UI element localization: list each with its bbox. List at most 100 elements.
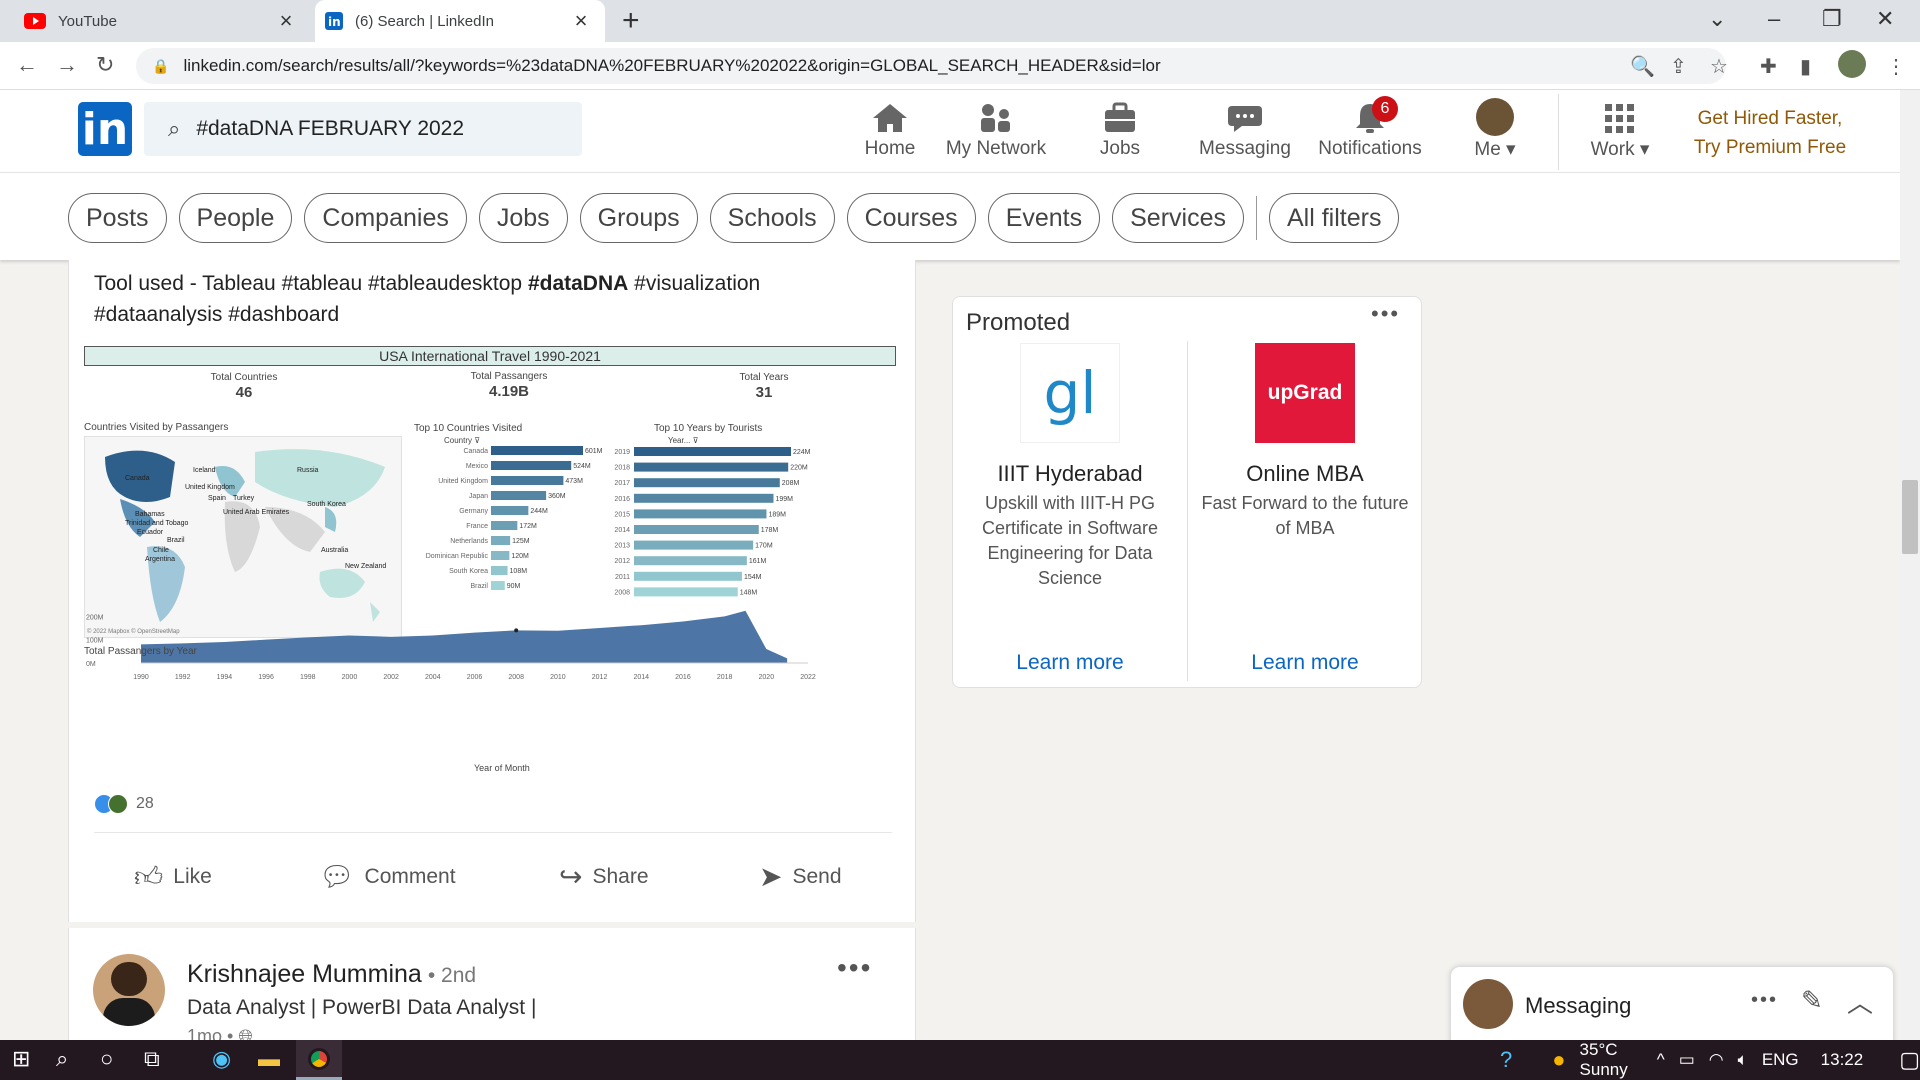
like-label: Like (173, 865, 212, 888)
scrollbar-thumb[interactable] (1902, 480, 1918, 554)
share-button[interactable]: ↪ Share (559, 860, 649, 893)
nav-messaging[interactable]: Messaging (1195, 96, 1295, 160)
author-avatar[interactable] (93, 954, 165, 1026)
dashboard-charts: Canada 601M Mexico 524M United Kingdom 473M Ja… (86, 446, 816, 681)
filter-courses[interactable]: Courses (846, 193, 976, 243)
bar-value-label: 360M (548, 493, 566, 500)
share-icon[interactable]: ⇪ (1670, 54, 1687, 79)
close-tab-icon[interactable]: × (569, 8, 593, 34)
windows-start-icon[interactable]: ⊞ (12, 1046, 30, 1072)
search-input[interactable]: ⌕ #dataDNA FEBRUARY 2022 (144, 102, 582, 156)
area-point-marker (514, 628, 519, 633)
premium-line: Get Hired Faster, (1697, 108, 1843, 129)
close-window-icon[interactable]: ✕ (1876, 6, 1894, 32)
extensions-icon[interactable]: ✚ (1760, 54, 1777, 79)
clock[interactable]: 13:22 (1821, 1050, 1864, 1070)
zoom-icon[interactable]: 🔍 (1630, 54, 1655, 79)
back-icon[interactable]: ← (16, 52, 38, 78)
new-tab-icon[interactable]: + (622, 4, 640, 38)
reload-icon[interactable]: ↻ (96, 52, 114, 78)
bar (491, 521, 518, 530)
chevron-up-icon[interactable]: ^ (1657, 1050, 1665, 1070)
learn-more-link[interactable]: Learn more (1188, 651, 1422, 675)
sun-icon: ● (1552, 1047, 1566, 1072)
filter-schools[interactable]: Schools (709, 193, 835, 243)
file-explorer-icon[interactable]: ▬ (258, 1046, 280, 1072)
filter-groups[interactable]: Groups (579, 193, 698, 243)
more-options-icon[interactable]: ••• (1371, 301, 1400, 327)
cortana-icon[interactable]: ○ (100, 1046, 113, 1072)
filter-services[interactable]: Services (1112, 193, 1244, 243)
filter-posts[interactable]: Posts (68, 193, 167, 243)
close-tab-icon[interactable]: × (274, 8, 298, 34)
address-bar-row: ← → ↻ 🔒 linkedin.com/search/results/all/… (0, 42, 1920, 90)
filter-companies[interactable]: Companies (304, 193, 467, 243)
help-icon[interactable]: ? (1500, 1047, 1512, 1073)
promo-ad-upgrad[interactable]: upGrad Online MBA Fast Forward to the fu… (1188, 343, 1422, 674)
forward-icon[interactable]: → (56, 52, 78, 78)
learn-more-link[interactable]: Learn more (953, 651, 1187, 675)
filter-all[interactable]: All filters (1269, 193, 1400, 243)
comment-button[interactable]: 💬︎ Comment (319, 860, 456, 893)
minimize-icon[interactable]: – (1768, 6, 1780, 32)
chevron-up-icon[interactable]: ︿ (1847, 983, 1873, 1020)
linkedin-logo[interactable]: in (78, 102, 132, 156)
linkedin-icon: in (325, 12, 343, 30)
page-scrollbar[interactable] (1900, 90, 1920, 1040)
wifi-icon[interactable]: ◠ (1709, 1050, 1724, 1070)
browser-menu-icon[interactable]: ⋮ (1886, 54, 1906, 79)
tab-title: (6) Search | LinkedIn (355, 12, 494, 30)
bar (634, 462, 789, 472)
edge-icon[interactable]: ◉ (212, 1046, 231, 1072)
bar-category-label: 2011 (615, 574, 630, 581)
battery-icon[interactable]: ▭ (1679, 1050, 1695, 1070)
search-icon[interactable]: ⌕ (56, 1046, 68, 1072)
more-options-icon[interactable]: ••• (1751, 989, 1778, 1012)
send-button[interactable]: ➤ Send (759, 860, 842, 893)
language-indicator[interactable]: ENG (1762, 1050, 1799, 1070)
dashboard-image[interactable]: USA International Travel 1990-2021 Total… (84, 346, 904, 776)
nav-work[interactable]: Work ▾ (1570, 96, 1670, 161)
tab-linkedin[interactable]: in (6) Search | LinkedIn × (315, 0, 605, 42)
chrome-taskbar-button[interactable] (296, 1040, 342, 1080)
bar (491, 491, 547, 500)
area-xtick-label: 1994 (217, 674, 233, 681)
task-view-icon[interactable]: ⧉ (144, 1046, 160, 1072)
send-icon: ➤ (759, 861, 783, 892)
notification-center-icon[interactable]: ▢ (1899, 1047, 1920, 1073)
volume-icon[interactable]: 🔈︎ (1738, 1050, 1748, 1070)
notification-badge: 6 (1372, 96, 1398, 122)
area-ytick-label: 200M (86, 614, 104, 621)
filter-pills: Posts People Companies Jobs Groups Schoo… (68, 193, 1400, 243)
nav-jobs[interactable]: Jobs (1070, 96, 1170, 160)
filter-people[interactable]: People (178, 193, 293, 243)
nav-me[interactable]: Me ▾ (1445, 96, 1545, 161)
tab-youtube[interactable]: YouTube × (10, 0, 310, 42)
more-options-icon[interactable]: ••• (837, 952, 872, 984)
premium-upsell-link[interactable]: Get Hired Faster, Try Premium Free (1680, 104, 1860, 162)
area-xtick-label: 2022 (800, 674, 816, 681)
filter-events[interactable]: Events (987, 193, 1101, 243)
weather-text[interactable]: 35°C Sunny (1580, 1040, 1643, 1080)
nav-divider (1558, 94, 1559, 170)
tab-search-icon[interactable]: ⌄ (1708, 6, 1726, 32)
nav-my-network[interactable]: My Network (940, 96, 1052, 160)
bar-category-label: 2018 (614, 465, 630, 472)
reactions-summary[interactable]: 28 (94, 794, 154, 814)
author-name[interactable]: Krishnajee Mummina • 2nd (187, 960, 476, 989)
side-panel-icon[interactable]: ▮ (1800, 54, 1811, 79)
like-button[interactable]: 👍︎ Like (134, 860, 212, 894)
promoted-card: Promoted ••• gl IIIT Hyderabad Upskill w… (952, 296, 1422, 688)
messaging-overlay[interactable]: Messaging ••• ✎ ︿ (1450, 966, 1894, 1048)
restore-icon[interactable]: ❐ (1822, 6, 1842, 32)
nav-notifications[interactable]: Notifications (1310, 96, 1430, 160)
promo-ad-iiit[interactable]: gl IIIT Hyderabad Upskill with IIIT-H PG… (953, 343, 1187, 674)
hashtag-link[interactable]: #dataDNA (528, 272, 628, 295)
url-field[interactable]: 🔒 linkedin.com/search/results/all/?keywo… (136, 48, 1726, 84)
profile-avatar[interactable] (1838, 50, 1866, 78)
bookmark-star-icon[interactable]: ☆ (1710, 54, 1728, 79)
filter-jobs[interactable]: Jobs (478, 193, 568, 243)
nav-home[interactable]: Home (840, 96, 940, 160)
compose-icon[interactable]: ✎ (1801, 985, 1823, 1016)
area-xtick-label: 1990 (133, 674, 149, 681)
